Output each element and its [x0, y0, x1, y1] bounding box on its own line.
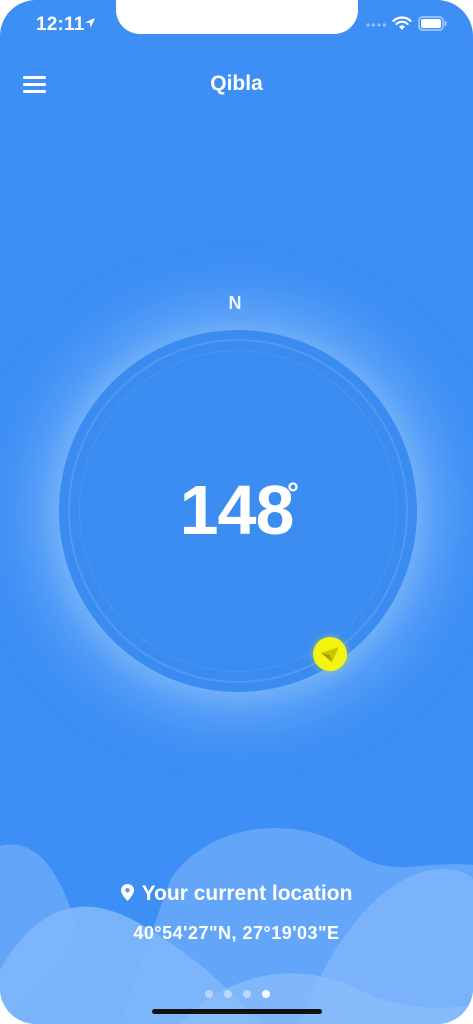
- page-dot-2[interactable]: [224, 990, 232, 998]
- hills-decoration: [0, 828, 473, 1024]
- notch: [116, 0, 358, 34]
- wifi-icon: [392, 16, 412, 30]
- page-dot-1[interactable]: [205, 990, 213, 998]
- location-coordinates: 40°54'27"N, 27°19'03"E: [133, 923, 340, 943]
- status-bar: 12:11: [0, 0, 473, 50]
- north-label: N: [228, 293, 242, 313]
- signal-icon: [366, 23, 387, 27]
- battery-icon: [418, 16, 447, 31]
- qibla-arrow-icon: [321, 647, 339, 662]
- status-time: 12:11: [36, 14, 85, 35]
- home-indicator[interactable]: [152, 1009, 322, 1014]
- app-screen: 12:11 Qibla N 148 ° Your current locatio…: [0, 0, 473, 1024]
- page-dot-3[interactable]: [243, 990, 251, 998]
- current-location-label: Your current location: [0, 882, 473, 906]
- heading-value: 148: [179, 471, 295, 549]
- location-label-text: Your current location: [141, 882, 353, 905]
- page-dot-4[interactable]: [262, 990, 270, 998]
- pin-icon: [120, 884, 134, 901]
- page-title: Qibla: [210, 72, 263, 95]
- qibla-marker: [313, 637, 347, 671]
- location-arrow-icon: [85, 18, 95, 28]
- degree-symbol: °: [287, 477, 299, 510]
